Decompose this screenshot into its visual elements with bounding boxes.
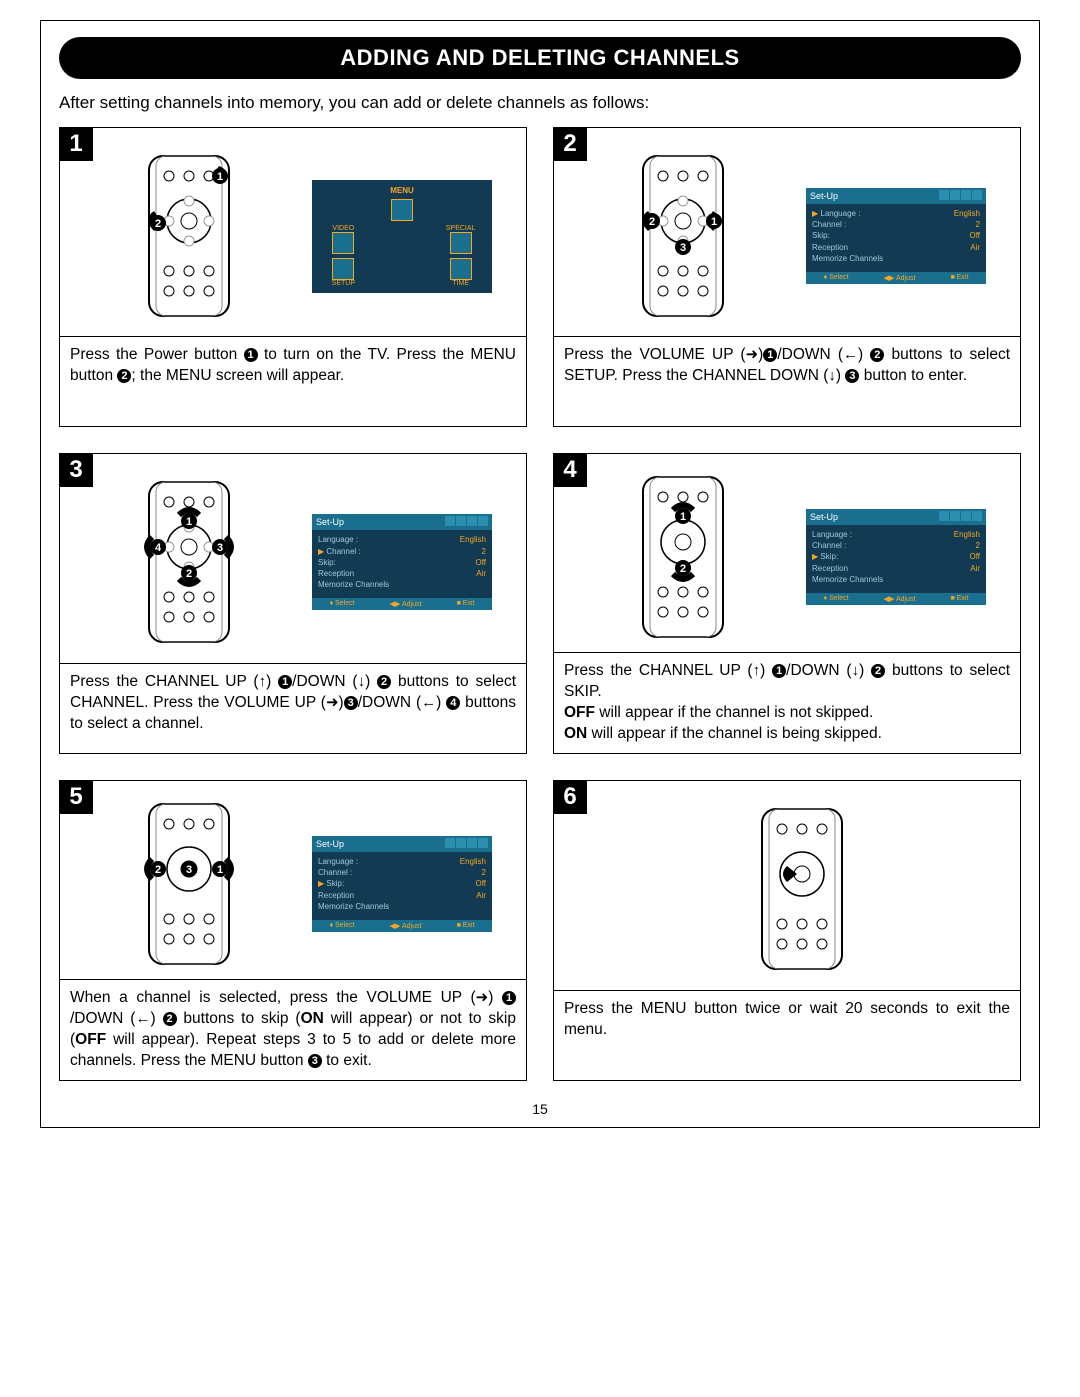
step-number-badge: 4	[553, 453, 587, 487]
remote-illustration: 1 2	[618, 472, 748, 642]
svg-text:1: 1	[680, 511, 686, 523]
svg-text:1: 1	[711, 216, 717, 228]
osd-icon	[391, 199, 413, 221]
svg-text:3: 3	[680, 242, 686, 254]
step-number-badge: 3	[59, 453, 93, 487]
step-number-badge: 5	[59, 780, 93, 814]
menu-osd-title: MENU	[390, 186, 414, 195]
svg-text:2: 2	[649, 216, 655, 228]
remote-illustration: 1 2 3 4	[124, 477, 254, 647]
step-6-caption: Press the MENU button twice or wait 20 s…	[554, 990, 1020, 1080]
step-5: 5 1 2 3	[59, 780, 527, 1081]
step-3: 3 1 2 3 4	[59, 453, 527, 754]
menu-osd: MENU VIDEO SPECIAL SETUP TIME	[312, 180, 492, 293]
step-number-badge: 1	[59, 127, 93, 161]
step-2-caption: Press the VOLUME UP (➜)1/DOWN (←) 2 butt…	[554, 336, 1020, 426]
step-5-caption: When a channel is selected, press the VO…	[60, 979, 526, 1080]
step-2: 2 1 2	[553, 127, 1021, 427]
svg-text:2: 2	[186, 568, 192, 580]
setup-osd: Set-Up Language :English Channel :2 Skip…	[312, 514, 492, 610]
step-number-badge: 6	[553, 780, 587, 814]
remote-illustration	[737, 804, 867, 974]
intro-text: After setting channels into memory, you …	[59, 93, 1021, 113]
setup-osd: Set-Up Language :English Channel :2 Skip…	[312, 836, 492, 932]
osd-title: Set-Up	[810, 191, 838, 201]
remote-illustration: 1 2 3	[618, 151, 748, 321]
svg-text:1: 1	[217, 171, 223, 183]
step-4: 4 1 2	[553, 453, 1021, 754]
step-1-caption: Press the Power button 1 to turn on the …	[60, 336, 526, 426]
svg-text:3: 3	[186, 864, 192, 876]
remote-illustration: 1 2	[124, 151, 254, 321]
remote-illustration: 1 2 3	[124, 799, 254, 969]
menu-item: VIDEO	[332, 225, 354, 232]
svg-text:4: 4	[155, 542, 162, 554]
step-4-caption: Press the CHANNEL UP (↑) 1/DOWN (↓) 2 bu…	[554, 652, 1020, 753]
section-title: ADDING AND DELETING CHANNELS	[59, 37, 1021, 79]
setup-osd: Set-Up Language :English Channel :2 Skip…	[806, 509, 986, 605]
menu-item: TIME	[452, 280, 469, 287]
svg-text:3: 3	[217, 542, 223, 554]
step-1: 1 1	[59, 127, 527, 427]
step-number-badge: 2	[553, 127, 587, 161]
osd-header-icons	[938, 190, 982, 202]
menu-item: SETUP	[332, 280, 355, 287]
page-outline: ADDING AND DELETING CHANNELS After setti…	[40, 20, 1040, 1128]
svg-text:2: 2	[155, 218, 161, 230]
svg-text:1: 1	[186, 516, 192, 528]
svg-text:1: 1	[217, 864, 223, 876]
svg-text:2: 2	[680, 563, 686, 575]
steps-grid: 1 1	[59, 127, 1021, 1081]
menu-item: SPECIAL	[446, 225, 476, 232]
step-6: 6 Press the MENU button twice or wait 20	[553, 780, 1021, 1081]
step-3-caption: Press the CHANNEL UP (↑) 1/DOWN (↓) 2 bu…	[60, 663, 526, 753]
setup-osd: Set-Up Language :English Channel :2 Skip…	[806, 188, 986, 284]
page-number: 15	[59, 1101, 1021, 1117]
svg-text:2: 2	[155, 864, 161, 876]
